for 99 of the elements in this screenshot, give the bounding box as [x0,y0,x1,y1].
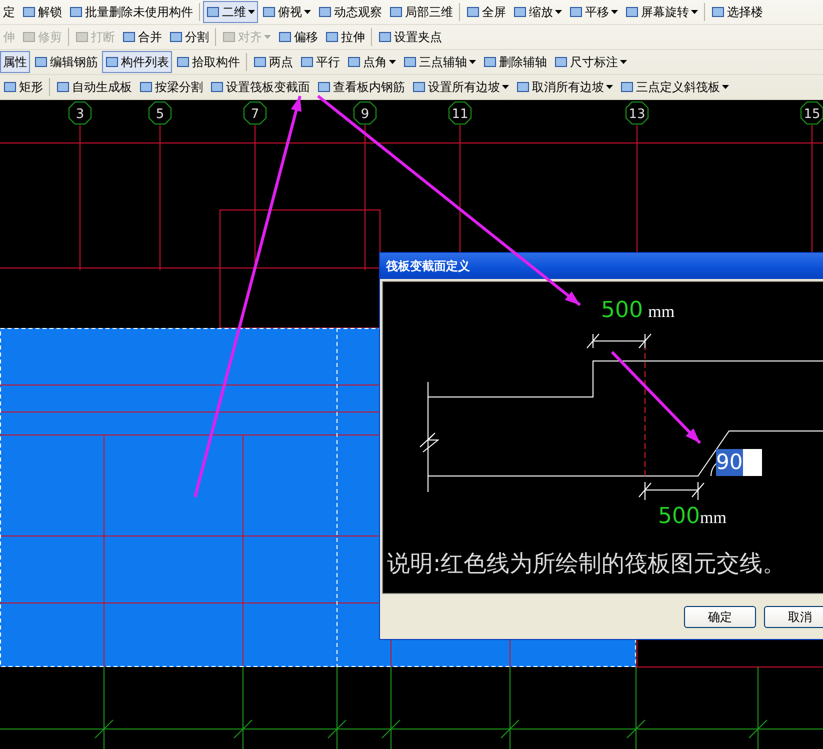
toolbar-button[interactable]: 属性 [0,51,30,73]
tool-icon [222,30,236,44]
toolbar-button[interactable]: 俯视 [259,1,314,23]
note-text: 说明:红色线为所绘制的筏板图元交线。 [387,550,786,579]
tool-icon [139,80,153,94]
tool-icon [554,55,568,69]
toolbar-button[interactable]: 三点定义斜筏板 [617,76,732,98]
caret-icon [248,10,255,14]
axis-label: 5 [148,102,172,124]
tool-icon [711,5,725,19]
toolbar-button[interactable]: 设置所有边坡 [409,76,512,98]
toolbar-button[interactable]: 构件列表 [102,51,172,73]
caret-icon [620,60,627,64]
tool-icon [56,80,70,94]
tool-icon [105,55,119,69]
toolbar-button[interactable]: 拉伸 [322,26,368,48]
toolbar-button[interactable]: 解锁 [19,1,65,23]
tool-icon [22,5,36,19]
caret-icon [502,85,509,89]
tool-icon [278,30,292,44]
toolbar-button[interactable]: 缩放 [510,1,565,23]
toolbar-button[interactable]: 全屏 [463,1,509,23]
tool-icon [347,55,361,69]
dimension-label: 500 mm [601,298,675,323]
caret-icon [691,10,698,14]
caret-icon [469,60,476,64]
toolbar-button[interactable]: 点角 [344,51,399,73]
caret-icon [304,10,311,14]
axis-label: 13 [626,102,648,124]
toolbar-button[interactable]: 动态观察 [315,1,385,23]
dimension-line [638,482,704,500]
toolbar-button[interactable]: 合并 [119,26,165,48]
tool-icon [403,55,417,69]
dimension-label: 500mm [658,504,726,529]
toolbar-button[interactable]: 拾取构件 [173,51,243,73]
tool-icon [253,55,267,69]
tool-icon [325,30,339,44]
tool-icon [513,5,527,19]
tool-icon [317,80,331,94]
axis-label: 15 [800,102,823,124]
tool-icon [206,5,220,19]
toolbar-button[interactable]: 查看板内钢筋 [314,76,408,98]
tool-icon [516,80,530,94]
toolbar-button[interactable]: 局部三维 [386,1,456,23]
tool-icon [318,5,332,19]
caret-icon [264,35,271,39]
tool-icon [3,80,17,94]
toolbar-button[interactable]: 平移 [566,1,621,23]
toolbar-button[interactable]: 偏移 [275,26,321,48]
tool-icon [69,5,83,19]
tool-icon [210,80,224,94]
toolbar-button[interactable]: 自动生成板 [53,76,135,98]
tool-icon [122,30,136,44]
toolbar-button[interactable]: 取消所有边坡 [513,76,616,98]
tool-icon [483,55,497,69]
toolbar-button[interactable]: 分割 [166,26,212,48]
dialog-button[interactable]: 取消 [764,606,823,628]
caret-icon [389,60,396,64]
dialog-title: 筏板变截面定义 [386,258,470,274]
caret-icon [555,10,562,14]
tool-icon [176,55,190,69]
caret-icon [606,85,613,89]
tool-icon [378,30,392,44]
dimension-line [586,334,652,348]
toolbar-button[interactable]: 三点辅轴 [400,51,479,73]
tool-icon [300,55,314,69]
toolbar-button[interactable]: 编辑钢筋 [31,51,101,73]
dialog-button[interactable]: 确定 [684,606,756,628]
tool-icon [75,30,89,44]
toolbar-button[interactable]: 尺寸标注 [551,51,630,73]
tool-icon [262,5,276,19]
tool-icon [412,80,426,94]
axis-label: 11 [448,102,472,124]
axis-label: 9 [354,102,376,124]
toolbar-button[interactable]: 选择楼 [708,1,766,23]
tool-icon [34,55,48,69]
toolbar-button[interactable]: 设置筏板变截面 [207,76,313,98]
toolbar-button[interactable]: 二维 [203,1,258,23]
caret-icon [611,10,618,14]
toolbar-button[interactable]: 平行 [297,51,343,73]
tool-icon [22,30,36,44]
tool-icon [389,5,403,19]
tool-icon [169,30,183,44]
axis-label: 3 [68,102,92,124]
caret-icon [722,85,729,89]
toolbar-button[interactable]: 批量删除未使用构件 [66,1,196,23]
angle-input[interactable]: 90 [716,449,762,476]
toolbar-button[interactable]: 设置夹点 [375,26,445,48]
toolbar-button[interactable]: 两点 [250,51,296,73]
toolbar-button[interactable]: 删除辅轴 [480,51,550,73]
toolbar-button[interactable]: 矩形 [0,76,46,98]
tool-icon [466,5,480,19]
axis-label: 7 [244,102,266,124]
tool-icon [620,80,634,94]
toolbar-button[interactable]: 按梁分割 [136,76,206,98]
toolbar-button[interactable]: 屏幕旋转 [622,1,701,23]
tool-icon [569,5,583,19]
tool-icon [625,5,639,19]
toolbar-button[interactable]: 定 [0,1,18,23]
